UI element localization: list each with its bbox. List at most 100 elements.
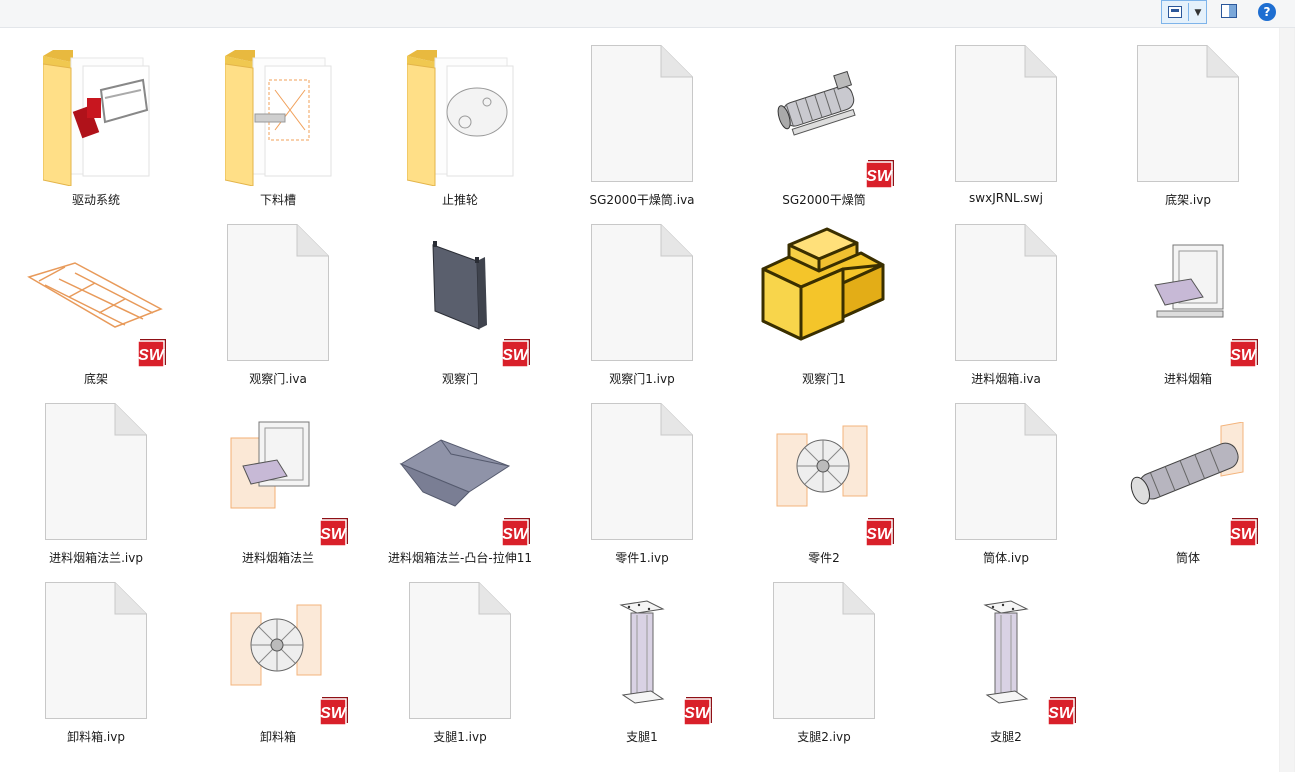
file-item[interactable]: 观察门.iva [187,209,369,387]
thumbnail: SW [915,567,1097,726]
file-name-label: 筒体.ivp [983,551,1029,565]
svg-text:SW: SW [866,526,894,543]
solidworks-badge-icon: SW [500,337,532,369]
file-item[interactable]: SG2000干燥筒.iva [551,30,733,208]
file-item[interactable]: SW 底架 [5,209,187,387]
file-item[interactable]: 卸料箱.ivp [5,567,187,745]
preview-pane-icon-fill [1229,5,1236,17]
model-preview-image [981,599,1031,713]
svg-text:SW: SW [1230,526,1258,543]
thumbnail: SW [551,567,733,727]
file-item[interactable]: swxJRNL.swj [915,30,1097,208]
file-item[interactable]: SW 进料烟箱法兰 [187,388,369,566]
document-icon [45,403,147,540]
file-item[interactable]: 筒体.ivp [915,388,1097,566]
file-item[interactable]: 观察门1.ivp [551,209,733,387]
svg-text:SW: SW [320,526,348,543]
document-icon [955,403,1057,540]
thumbnail [551,388,733,546]
document-icon [955,45,1057,182]
file-name-label: 卸料箱 [259,730,296,744]
file-name-label: 支腿2.ivp [797,730,851,744]
file-item[interactable]: 观察门1 [733,209,915,387]
model-preview-image [225,416,325,520]
file-name-label: 观察门.iva [249,372,307,386]
model-preview-image [769,68,869,152]
model-preview-image [617,599,667,713]
document-icon [591,403,693,540]
file-name-label: 进料烟箱.iva [971,372,1041,386]
thumbnail [915,388,1097,546]
file-name-label: swxJRNL.swj [969,191,1043,205]
file-item[interactable]: SW 支腿1 [551,567,733,745]
thumbnail: SW [369,209,551,369]
file-item[interactable]: SW 观察门 [369,209,551,387]
file-name-label: 零件1.ivp [615,551,669,565]
file-item[interactable]: 零件1.ivp [551,388,733,566]
svg-text:SW: SW [1230,347,1258,364]
file-name-label: 下料槽 [259,193,296,207]
solidworks-badge-icon: SW [1228,337,1260,369]
file-item[interactable]: SW 进料烟箱法兰-凸台-拉伸11 [369,388,551,566]
svg-text:SW: SW [684,705,712,722]
thumbnail: SW [1097,209,1279,369]
folder-icon [406,50,517,187]
thumbnail [187,209,369,367]
file-item[interactable]: SW 零件2 [733,388,915,566]
file-item[interactable]: SW 筒体 [1097,388,1279,566]
file-item[interactable]: SW 进料烟箱 [1097,209,1279,387]
file-name-label: SG2000干燥筒.iva [589,193,695,207]
document-icon [591,224,693,361]
file-item[interactable]: 进料烟箱.iva [915,209,1097,387]
file-item[interactable]: 支腿1.ivp [369,567,551,745]
document-icon [1137,45,1239,182]
file-item[interactable]: SW 卸料箱 [187,567,369,745]
thumbnail: SW [733,388,915,547]
change-view-button[interactable]: ▼ [1161,0,1207,24]
file-item[interactable]: 底架.ivp [1097,30,1279,208]
file-item[interactable]: 进料烟箱法兰.ivp [5,388,187,566]
document-icon [955,224,1057,361]
chevron-down-icon[interactable]: ▼ [1191,6,1205,20]
scrollbar-thumb[interactable] [1280,28,1294,772]
folder-item[interactable]: 下料槽 [187,30,369,208]
preview-pane-button[interactable] [1221,4,1239,19]
document-icon [773,582,875,719]
thumbnail [1097,30,1279,188]
file-name-label: 观察门 [441,372,478,386]
document-icon [227,224,329,361]
svg-text:SW: SW [502,347,530,364]
vertical-scrollbar[interactable] [1279,28,1295,772]
model-preview-image [1125,421,1255,516]
file-item[interactable]: SW 支腿2 [915,567,1097,745]
inventor-part-icon [761,225,891,365]
solidworks-badge-icon: SW [864,158,896,190]
file-name-label: 底架 [83,372,108,386]
file-item[interactable]: SW SG2000干燥筒 [733,30,915,208]
help-button[interactable]: ? [1258,3,1276,21]
svg-text:SW: SW [866,168,894,185]
thumbnail [551,30,733,188]
thumbnail [369,30,551,188]
solidworks-badge-icon: SW [136,337,168,369]
file-name-label: 观察门1 [802,372,846,386]
file-item[interactable]: 支腿2.ivp [733,567,915,745]
folder-item[interactable]: 驱动系统 [5,30,187,208]
folder-icon [224,50,335,187]
thumbnail: SW [369,388,551,547]
model-preview-image [427,239,497,338]
thumbnail [187,30,369,188]
thumbnail: SW [733,30,915,190]
file-name-label: 驱动系统 [71,193,120,207]
folder-item[interactable]: 止推轮 [369,30,551,208]
svg-text:SW: SW [502,526,530,543]
solidworks-badge-icon: SW [1228,516,1260,548]
file-name-label: SG2000干燥筒 [782,193,866,207]
file-name-label: 进料烟箱 [1163,372,1212,386]
file-name-label: 支腿2 [990,730,1022,744]
file-grid: 驱动系统 下料槽 止推轮 SG2000干燥筒.iva SW SG2000干燥筒 … [5,30,1279,772]
toolbar: ▼ ? [0,0,1295,28]
solidworks-badge-icon: SW [318,516,350,548]
solidworks-badge-icon: SW [682,695,714,727]
thumbnail [5,30,187,188]
